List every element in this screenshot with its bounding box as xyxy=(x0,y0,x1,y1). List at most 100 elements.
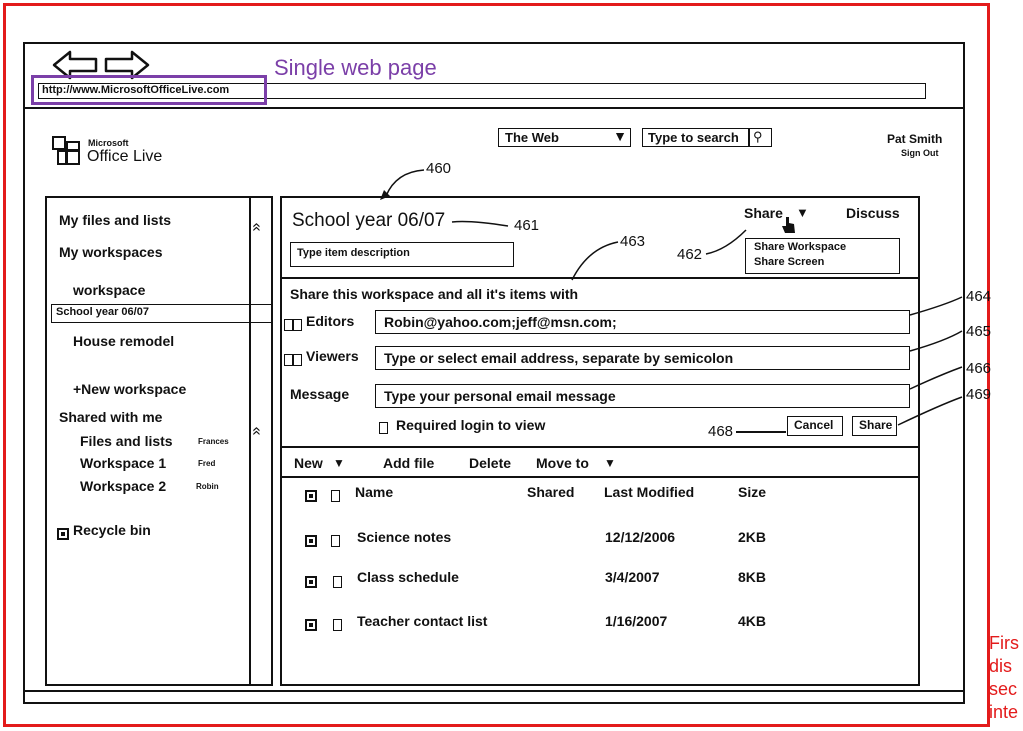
column-header-size[interactable]: Size xyxy=(738,484,766,500)
file-icon xyxy=(333,616,342,634)
sidebar-house-remodel[interactable]: House remodel xyxy=(73,333,174,349)
file-icon xyxy=(333,573,342,591)
workspace-title: School year 06/07 xyxy=(292,210,446,231)
new-chevron-down-icon[interactable]: ▼ xyxy=(333,456,345,470)
reference-label-465: 465 xyxy=(966,323,992,340)
reference-line-468 xyxy=(736,431,786,433)
column-header-modified[interactable]: Last Modified xyxy=(604,484,694,500)
chevron-down-icon: ▼ xyxy=(613,128,627,144)
shared-item-owner: Frances xyxy=(198,437,229,446)
row-checkbox[interactable] xyxy=(305,573,317,591)
scroll-up-icon[interactable]: » xyxy=(247,223,265,232)
shared-item-owner: Fred xyxy=(198,459,216,468)
search-icon: ⚲ xyxy=(753,129,763,144)
reference-line-461 xyxy=(451,220,509,227)
brand-small: Microsoft xyxy=(88,138,129,148)
file-name[interactable]: Teacher contact list xyxy=(357,613,487,629)
sidebar-shared-with-me[interactable]: Shared with me xyxy=(59,409,162,425)
message-input[interactable]: Type your personal email message xyxy=(375,384,910,408)
editors-checkbox[interactable] xyxy=(284,316,302,334)
cancel-label: Cancel xyxy=(794,418,834,432)
share-chevron-down-icon[interactable]: ▼ xyxy=(796,205,809,220)
browser-status-divider xyxy=(23,690,965,692)
add-file-button[interactable]: Add file xyxy=(383,455,434,471)
office-live-logo-icon xyxy=(52,136,80,165)
reference-label-461: 461 xyxy=(514,217,540,234)
sidebar-workspace[interactable]: workspace xyxy=(73,282,145,298)
sidebar-selected-label: School year 06/07 xyxy=(56,306,149,318)
reference-label-469: 469 xyxy=(966,386,992,403)
file-size: 2KB xyxy=(738,529,767,545)
share-screen-option[interactable]: Share Screen xyxy=(754,256,824,268)
reference-line-462 xyxy=(705,229,747,255)
search-input[interactable]: Type to search xyxy=(642,128,750,147)
file-size: 8KB xyxy=(738,569,767,585)
reference-label-460: 460 xyxy=(426,160,452,177)
search-scope-value: The Web xyxy=(505,130,559,145)
reference-label-464: 464 xyxy=(966,288,992,305)
sidebar-scrollbar-divider xyxy=(249,196,251,686)
item-description-placeholder: Type item description xyxy=(297,247,410,259)
url-callout-box xyxy=(31,75,267,105)
reference-label-468: 468 xyxy=(708,423,734,440)
message-label: Message xyxy=(290,386,350,402)
row-checkbox[interactable] xyxy=(305,616,317,634)
discuss-button[interactable]: Discuss xyxy=(846,205,900,221)
required-login-checkbox[interactable] xyxy=(379,419,388,437)
new-button[interactable]: New xyxy=(294,455,323,471)
file-icon xyxy=(331,532,340,550)
file-size: 4KB xyxy=(738,613,767,629)
share-menu-button[interactable]: Share xyxy=(744,205,783,221)
file-modified: 12/12/2006 xyxy=(605,529,676,545)
search-button[interactable]: ⚲ xyxy=(748,128,772,147)
brand-name: Office Live xyxy=(87,148,163,165)
viewers-checkbox[interactable] xyxy=(284,351,302,369)
search-placeholder: Type to search xyxy=(648,130,739,145)
scroll-up-icon-2[interactable]: » xyxy=(247,427,265,436)
editors-input[interactable]: Robin@yahoo.com;jeff@msn.com; xyxy=(375,310,910,334)
sign-out-link[interactable]: Sign Out xyxy=(901,148,939,158)
required-login-label: Required login to view xyxy=(396,417,546,433)
item-description-input[interactable]: Type item description xyxy=(290,242,514,267)
sidebar-new-workspace[interactable]: +New workspace xyxy=(73,381,186,397)
move-to-chevron-down-icon[interactable]: ▼ xyxy=(604,456,616,470)
sidebar-recycle-bin[interactable]: Recycle bin xyxy=(73,522,151,538)
shared-item-name[interactable]: Workspace 1 xyxy=(80,455,166,471)
share-dropdown-menu: Share Workspace Share Screen xyxy=(745,238,900,274)
reference-line-463 xyxy=(571,241,619,281)
sidebar-my-files[interactable]: My files and lists xyxy=(59,212,171,228)
move-to-button[interactable]: Move to xyxy=(536,455,589,471)
file-name[interactable]: Science notes xyxy=(357,529,451,545)
column-header-shared[interactable]: Shared xyxy=(527,484,574,500)
share-workspace-option[interactable]: Share Workspace xyxy=(754,241,846,253)
column-header-name[interactable]: Name xyxy=(355,484,393,500)
cancel-button[interactable]: Cancel xyxy=(787,416,843,436)
share-panel-bottom-divider xyxy=(280,446,920,448)
file-modified: 1/16/2007 xyxy=(605,613,668,629)
single-page-callout: Single web page xyxy=(274,55,437,80)
sidebar-my-workspaces[interactable]: My workspaces xyxy=(59,244,163,260)
first-callout-line: dis xyxy=(989,656,1013,676)
recycle-bin-icon xyxy=(57,525,69,543)
shared-item-name[interactable]: Files and lists xyxy=(80,433,173,449)
shared-item-name[interactable]: Workspace 2 xyxy=(80,478,166,494)
first-callout-line: Firs xyxy=(989,633,1019,653)
first-callout-line: inte xyxy=(989,702,1019,722)
reference-label-463: 463 xyxy=(620,233,646,250)
search-scope-select[interactable]: The Web ▼ xyxy=(498,128,631,147)
viewers-label: Viewers xyxy=(306,348,359,364)
delete-button[interactable]: Delete xyxy=(469,455,511,471)
reference-label-462: 462 xyxy=(677,246,703,263)
reference-label-466: 466 xyxy=(966,360,992,377)
select-all-checkbox[interactable] xyxy=(305,487,317,505)
browser-toolbar-divider xyxy=(23,107,965,109)
share-panel-top-divider xyxy=(280,277,920,279)
sidebar-selected-item[interactable]: School year 06/07 xyxy=(51,304,272,323)
viewers-input[interactable]: Type or select email address, separate b… xyxy=(375,346,910,370)
share-button-label: Share xyxy=(859,418,893,432)
user-name: Pat Smith xyxy=(887,132,943,146)
row-checkbox[interactable] xyxy=(305,532,317,550)
file-name[interactable]: Class schedule xyxy=(357,569,459,585)
cursor-hand-icon xyxy=(782,217,795,233)
first-callout-line: sec xyxy=(989,679,1018,699)
